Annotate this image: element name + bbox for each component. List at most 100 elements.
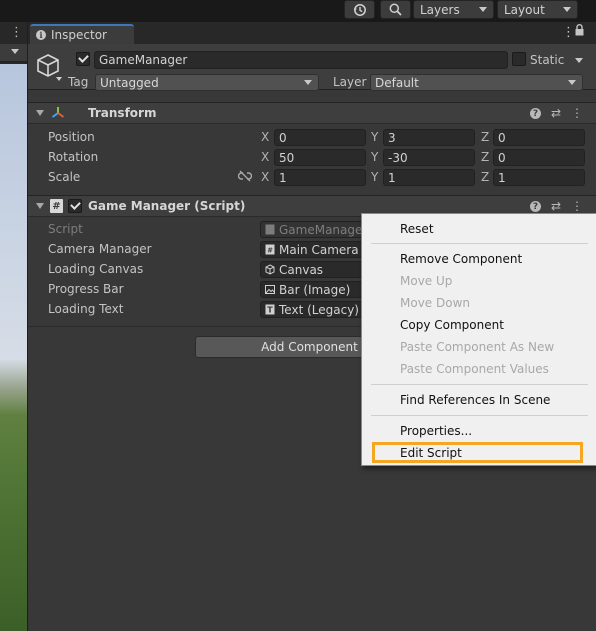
scale-y-field[interactable]: 1: [383, 169, 475, 186]
loading-text-label: Loading Text: [48, 302, 124, 316]
camera-manager-label: Camera Manager: [48, 242, 152, 256]
scale-label: Scale: [48, 170, 81, 184]
presets-icon[interactable]: ⇄: [551, 199, 561, 213]
progress-bar-label: Progress Bar: [48, 282, 124, 296]
axis-z-label: Z: [481, 130, 490, 144]
chevron-down-icon: [563, 7, 571, 12]
tab-label: Inspector: [51, 28, 107, 42]
rotation-y-field[interactable]: -30: [383, 149, 475, 166]
transform-title: Transform: [88, 106, 157, 120]
progress-bar-field[interactable]: Bar (Image): [260, 281, 370, 298]
rotation-x-field[interactable]: 50: [274, 149, 366, 166]
script-label: Script: [48, 222, 83, 236]
kebab-menu-icon[interactable]: ⋮: [562, 25, 575, 40]
static-label: Static: [530, 53, 565, 67]
chevron-down-icon[interactable]: [575, 58, 583, 63]
script-field: GameManager: [260, 221, 370, 238]
help-icon[interactable]: ?: [529, 108, 541, 119]
transform-axes-icon: [51, 107, 65, 118]
search-button[interactable]: [380, 0, 411, 19]
axis-z-label: Z: [481, 170, 490, 184]
add-component-label: Add Component: [261, 340, 358, 354]
layer-value: Default: [375, 75, 419, 90]
loading-text-field[interactable]: T Text (Legacy) (: [260, 301, 370, 318]
loading-canvas-value: Canvas: [279, 262, 324, 277]
static-checkbox[interactable]: [512, 52, 526, 66]
active-checkbox[interactable]: [76, 52, 90, 66]
component-header-icons: ? ⇄ ⋮: [529, 106, 583, 120]
menu-separator: [371, 243, 588, 244]
layer-label: Layer: [333, 75, 367, 89]
position-y-field[interactable]: 3: [383, 129, 475, 146]
history-icon: [353, 3, 366, 16]
tab-inspector[interactable]: i Inspector: [30, 24, 134, 44]
transform-header[interactable]: Transform ? ⇄ ⋮: [28, 102, 596, 124]
component-header-icons: ? ⇄ ⋮: [529, 199, 583, 213]
component-context-menu: Reset Remove Component Move Up Move Down…: [361, 213, 596, 466]
search-icon: [389, 3, 402, 16]
scale-x-field[interactable]: 1: [274, 169, 366, 186]
layers-label: Layers: [420, 2, 460, 17]
axis-x-label: X: [261, 130, 270, 144]
image-icon: [265, 285, 275, 294]
position-z-value: 0: [498, 130, 506, 145]
constrain-proportions-icon[interactable]: [238, 170, 252, 182]
object-name-field[interactable]: GameManager: [94, 51, 508, 69]
position-label: Position: [48, 130, 95, 144]
layout-dropdown[interactable]: Layout: [497, 0, 578, 19]
scene-viewport[interactable]: [0, 64, 27, 631]
scale-y-value: 1: [388, 170, 396, 185]
scene-tab-area: ⋮: [0, 22, 27, 42]
chevron-down-icon: [479, 7, 487, 12]
gameobject-icon: [265, 264, 275, 275]
loading-canvas-label: Loading Canvas: [48, 262, 144, 276]
top-toolbar: Layers Layout: [0, 0, 596, 22]
gameobject-header: GameManager Static Tag Untagged Layer De…: [28, 44, 596, 91]
svg-text:T: T: [267, 306, 273, 315]
loading-canvas-field[interactable]: Canvas: [260, 261, 370, 278]
help-icon[interactable]: ?: [529, 201, 541, 212]
menu-item-move-up: Move Up: [400, 274, 453, 288]
chevron-down-icon: [304, 80, 312, 85]
menu-item-properties[interactable]: Properties...: [400, 424, 472, 438]
layout-label: Layout: [504, 2, 545, 17]
camera-manager-field[interactable]: # Main Camera (: [260, 241, 370, 258]
scale-z-field[interactable]: 1: [493, 169, 585, 186]
foldout-arrow-icon[interactable]: [36, 110, 44, 116]
component-enabled-checkbox[interactable]: [68, 199, 82, 213]
foldout-arrow-icon[interactable]: [36, 203, 44, 209]
tag-label: Tag: [68, 75, 89, 89]
progress-bar-value: Bar (Image): [279, 282, 351, 297]
scene-view-strip: ⋮: [0, 22, 27, 631]
kebab-menu-icon[interactable]: ⋮: [571, 106, 583, 120]
tag-dropdown[interactable]: Untagged: [95, 74, 319, 91]
lock-icon[interactable]: [575, 24, 584, 40]
cube-icon: [37, 54, 62, 81]
axis-x-label: X: [261, 170, 270, 184]
menu-item-edit-script[interactable]: Edit Script: [400, 446, 462, 460]
presets-icon[interactable]: ⇄: [551, 106, 561, 120]
kebab-menu-icon[interactable]: ⋮: [10, 25, 23, 40]
rotation-y-value: -30: [388, 150, 408, 165]
position-x-field[interactable]: 0: [274, 129, 366, 146]
game-manager-title: Game Manager (Script): [88, 199, 246, 213]
script-hash-icon: #: [50, 199, 63, 213]
menu-item-remove-component[interactable]: Remove Component: [400, 252, 522, 266]
layers-dropdown[interactable]: Layers: [413, 0, 494, 19]
axis-y-label: Y: [371, 170, 379, 184]
text-component-icon: T: [265, 304, 275, 315]
menu-item-copy-component[interactable]: Copy Component: [400, 318, 504, 332]
position-z-field[interactable]: 0: [493, 129, 585, 146]
menu-item-find-references[interactable]: Find References In Scene: [400, 393, 550, 407]
scale-x-value: 1: [279, 170, 287, 185]
rotation-z-field[interactable]: 0: [493, 149, 585, 166]
history-button[interactable]: [344, 0, 375, 19]
menu-item-reset[interactable]: Reset: [400, 222, 434, 236]
axis-y-label: Y: [371, 150, 379, 164]
inspector-tab-bar: i Inspector ⋮: [28, 22, 596, 44]
layer-dropdown[interactable]: Default: [370, 74, 583, 91]
kebab-menu-icon[interactable]: ⋮: [571, 199, 583, 213]
menu-separator: [371, 384, 588, 385]
script-file-icon: [265, 224, 275, 235]
chevron-down-icon[interactable]: [11, 49, 19, 57]
